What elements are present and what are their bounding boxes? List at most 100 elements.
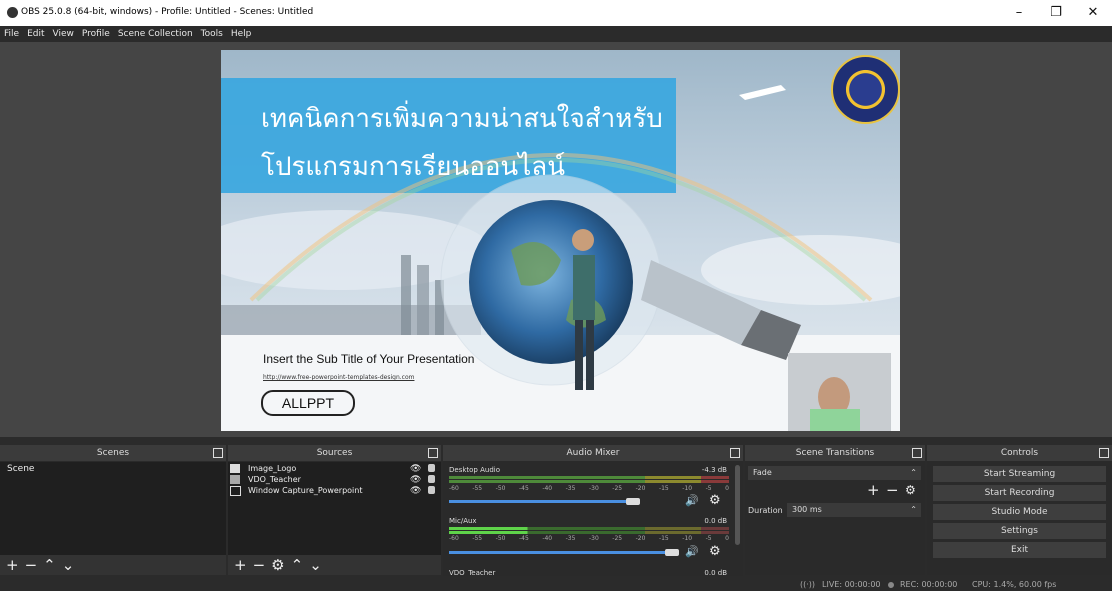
university-seal-logo — [831, 55, 900, 124]
studio-mode-button[interactable]: Studio Mode — [933, 504, 1106, 520]
controls-dock: Controls Start Streaming Start Recording… — [927, 445, 1112, 575]
gear-icon[interactable]: ⚙ — [709, 544, 721, 559]
camera-icon — [230, 475, 240, 484]
gear-icon[interactable]: ⚙ — [271, 556, 290, 574]
add-icon[interactable]: + — [234, 556, 253, 574]
cpu-status: CPU: 1.4%, 60.00 fps — [972, 580, 1057, 589]
spin-arrows-icon[interactable]: ⌃ — [910, 503, 917, 517]
dock-float-icon[interactable] — [213, 448, 223, 458]
channel-name: Mic/Aux — [449, 517, 477, 525]
volume-meter — [449, 527, 729, 530]
scene-item[interactable]: Scene — [7, 464, 34, 474]
sources-list: Image_Logo 👁 VDO_Teacher 👁 Window Captur… — [228, 462, 441, 555]
allppt-logo: ALLPPT — [261, 390, 355, 416]
volume-meter — [449, 531, 729, 534]
controls-header: Controls — [927, 445, 1112, 461]
channel-name: Desktop Audio — [449, 466, 500, 474]
sources-toolbar: +−⚙⌃⌄ — [228, 555, 441, 575]
channel-db: 0.0 dB — [704, 517, 727, 525]
duration-value: 300 ms — [792, 505, 822, 514]
dock-float-icon[interactable] — [730, 448, 740, 458]
slide-subtitle: Insert the Sub Title of Your Presentatio… — [263, 352, 475, 366]
dock-float-icon[interactable] — [428, 448, 438, 458]
volume-slider[interactable] — [449, 551, 673, 554]
volume-slider-knob[interactable] — [665, 549, 679, 556]
teacher-shirt — [810, 409, 860, 431]
source-name: Image_Logo — [248, 464, 297, 473]
dock-float-icon[interactable] — [1099, 448, 1109, 458]
lock-icon[interactable] — [428, 475, 435, 483]
move-up-icon[interactable]: ⌃ — [43, 556, 62, 574]
duration-input[interactable]: 300 ms ⌃ — [787, 503, 921, 517]
move-up-icon[interactable]: ⌃ — [291, 556, 310, 574]
speaker-icon[interactable]: 🔊 — [685, 545, 699, 558]
source-row[interactable]: VDO_Teacher 👁 — [230, 475, 439, 486]
gear-icon[interactable]: ⚙ — [709, 493, 721, 508]
menu-edit[interactable]: Edit — [23, 26, 48, 42]
volume-meter — [449, 480, 729, 483]
start-recording-button[interactable]: Start Recording — [933, 485, 1106, 501]
minimize-icon[interactable]: – — [1004, 3, 1034, 23]
scenes-toolbar: +−⌃⌄ — [0, 555, 226, 575]
sources-dock: Sources Image_Logo 👁 VDO_Teacher 👁 Windo… — [228, 445, 441, 575]
menu-tools[interactable]: Tools — [197, 26, 227, 42]
meter-ticks: -60 -55 -50 -45 -40 -35 -30 -25 -20 -15 -10 -5 0 — [449, 485, 729, 492]
visibility-eye-icon[interactable]: 👁 — [410, 475, 421, 485]
menu-scene-collection[interactable]: Scene Collection — [114, 26, 197, 42]
dock-float-icon[interactable] — [912, 448, 922, 458]
chevron-updown-icon: ⌃ — [910, 468, 917, 477]
source-row[interactable]: Window Capture_Powerpoint 👁 — [230, 486, 439, 497]
scene-transitions-dock: Scene Transitions Fade ⌃ + − ⚙ Duration … — [745, 445, 925, 575]
webcam-overlay[interactable] — [788, 353, 891, 431]
visibility-eye-icon[interactable]: 👁 — [410, 464, 421, 474]
window-icon — [230, 486, 241, 496]
scenes-list: Scene — [0, 462, 226, 555]
image-icon — [230, 464, 240, 473]
move-down-icon[interactable]: ⌄ — [309, 556, 328, 574]
scene-transitions-header: Scene Transitions — [745, 445, 925, 461]
slide-title-line1: เทคนิคการเพิ่มความน่าสนใจสำหรับ — [261, 104, 663, 134]
audio-mixer-header: Audio Mixer — [443, 445, 743, 461]
duration-label: Duration — [748, 506, 783, 515]
transition-select[interactable]: Fade ⌃ — [748, 466, 921, 480]
start-streaming-button[interactable]: Start Streaming — [933, 466, 1106, 482]
menu-file[interactable]: File — [0, 26, 23, 42]
source-name: Window Capture_Powerpoint — [248, 486, 363, 495]
visibility-eye-icon[interactable]: 👁 — [410, 486, 421, 496]
live-icon: ((·)) — [800, 580, 816, 589]
sources-header: Sources — [228, 445, 441, 461]
lock-icon[interactable] — [428, 486, 435, 494]
scenes-dock: Scenes Scene +−⌃⌄ — [0, 445, 226, 575]
volume-slider[interactable] — [449, 500, 634, 503]
add-transition-icon[interactable]: + — [867, 481, 880, 499]
rec-status: REC: 00:00:00 — [900, 580, 958, 589]
volume-slider-knob[interactable] — [626, 498, 640, 505]
menu-help[interactable]: Help — [227, 26, 256, 42]
move-down-icon[interactable]: ⌄ — [62, 556, 81, 574]
menu-bar: File Edit View Profile Scene Collection Tools… — [0, 26, 1112, 42]
record-dot-icon — [888, 582, 894, 588]
source-name: VDO_Teacher — [248, 475, 301, 484]
speaker-icon[interactable]: 🔊 — [685, 494, 699, 507]
remove-icon[interactable]: − — [253, 556, 272, 574]
preview-canvas[interactable]: เทคนิคการเพิ่มความน่าสนใจสำหรับ โปรแกรมก… — [221, 50, 900, 431]
remove-icon[interactable]: − — [25, 556, 44, 574]
restore-icon[interactable]: ❐ — [1041, 3, 1071, 23]
add-icon[interactable]: + — [6, 556, 25, 574]
scenes-header: Scenes — [0, 445, 226, 461]
status-bar: ((·)) LIVE: 00:00:00 REC: 00:00:00 CPU: … — [0, 576, 1112, 591]
menu-profile[interactable]: Profile — [78, 26, 114, 42]
obs-logo-icon — [7, 7, 18, 18]
remove-transition-icon[interactable]: − — [886, 481, 899, 499]
slide-url: http://www.free-powerpoint-templates-des… — [263, 374, 415, 381]
lock-icon[interactable] — [428, 464, 435, 472]
gear-icon[interactable]: ⚙ — [905, 483, 916, 497]
settings-button[interactable]: Settings — [933, 523, 1106, 539]
mixer-scrollbar[interactable] — [735, 465, 740, 545]
source-row[interactable]: Image_Logo 👁 — [230, 464, 439, 475]
channel-db: -4.3 dB — [701, 466, 727, 474]
close-icon[interactable]: ✕ — [1078, 3, 1108, 23]
meter-ticks: -60 -55 -50 -45 -40 -35 -30 -25 -20 -15 -10 -5 0 — [449, 535, 729, 542]
exit-button[interactable]: Exit — [933, 542, 1106, 558]
menu-view[interactable]: View — [49, 26, 78, 42]
